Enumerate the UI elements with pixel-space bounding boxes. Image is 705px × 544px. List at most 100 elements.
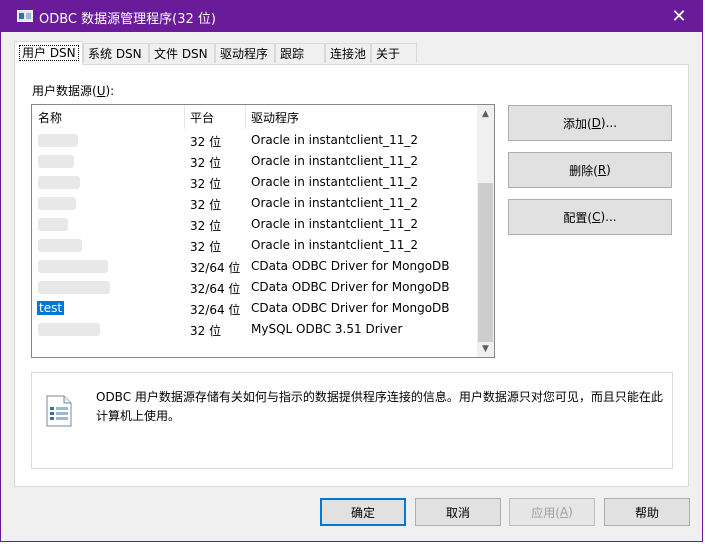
- ok-button[interactable]: 确定: [320, 498, 406, 526]
- row-driver: CData ODBC Driver for MongoDB: [251, 280, 450, 294]
- list-row[interactable]: 32 位 Oracle in instantclient_11_2: [32, 193, 478, 214]
- row-driver: Oracle in instantclient_11_2: [251, 133, 419, 147]
- tab-label: 用户 DSN: [19, 45, 79, 61]
- tab-label: 连接池: [330, 47, 367, 61]
- button-text: 帮助: [634, 505, 659, 520]
- list-row-selected[interactable]: test 32/64 位 CData ODBC Driver for Mongo…: [32, 298, 478, 319]
- row-platform: 32 位: [190, 177, 222, 191]
- help-button[interactable]: 帮助: [604, 498, 690, 526]
- row-platform: 32/64 位: [190, 261, 241, 275]
- row-name: test: [37, 301, 65, 315]
- tab-label: 驱动程序: [220, 47, 269, 61]
- window-title: ODBC 数据源管理程序(32 位): [39, 12, 216, 27]
- close-icon: ✕: [671, 6, 687, 27]
- row-platform: 32/64 位: [190, 282, 241, 296]
- document-info-icon: [46, 395, 72, 427]
- odbc-app-icon: [17, 10, 33, 22]
- tab-label: 系统 DSN: [88, 47, 142, 61]
- list-row[interactable]: 32 位 Oracle in instantclient_11_2: [32, 235, 478, 256]
- redacted-name: [38, 260, 108, 273]
- list-row[interactable]: 32/64 位 CData ODBC Driver for MongoDB: [32, 277, 478, 298]
- tab-connection-pooling[interactable]: 连接池: [325, 43, 371, 63]
- remove-button[interactable]: 删除(R): [508, 152, 672, 188]
- row-driver: CData ODBC Driver for MongoDB: [251, 301, 450, 315]
- apply-button[interactable]: 应用(A): [509, 498, 595, 526]
- button-text: 配置(: [563, 210, 593, 225]
- row-driver: Oracle in instantclient_11_2: [251, 217, 419, 231]
- list-row[interactable]: 32 位 Oracle in instantclient_11_2: [32, 130, 478, 151]
- row-driver: Oracle in instantclient_11_2: [251, 196, 419, 210]
- label-prefix: 用户数据源(: [32, 84, 97, 98]
- list-row[interactable]: 32 位 Oracle in instantclient_11_2: [32, 172, 478, 193]
- redacted-name: [38, 323, 100, 336]
- tab-label: 文件 DSN: [154, 47, 208, 61]
- row-platform: 32 位: [190, 156, 222, 170]
- button-text: )...: [600, 116, 618, 130]
- scroll-down-button[interactable]: ▼: [477, 340, 494, 357]
- label-suffix: ):: [105, 84, 115, 98]
- row-platform: 32 位: [190, 324, 222, 338]
- column-separator[interactable]: [184, 105, 185, 129]
- button-text: 删除(: [569, 163, 598, 178]
- button-text: 确定: [350, 505, 375, 520]
- button-text: ): [606, 163, 611, 177]
- column-separator[interactable]: [245, 105, 246, 129]
- row-driver: Oracle in instantclient_11_2: [251, 238, 419, 252]
- redacted-name: [38, 197, 76, 210]
- list-row[interactable]: 32 位 Oracle in instantclient_11_2: [32, 151, 478, 172]
- info-box: ODBC 用户数据源存储有关如何与指示的数据提供程序连接的信息。用户数据源只对您…: [31, 372, 673, 469]
- user-data-sources-label: 用户数据源(U):: [32, 82, 114, 99]
- configure-button[interactable]: 配置(C)...: [508, 199, 672, 235]
- redacted-name: [38, 281, 110, 294]
- row-driver: MySQL ODBC 3.51 Driver: [251, 322, 403, 336]
- button-text: 添加(: [562, 116, 592, 131]
- column-driver-header[interactable]: 驱动程序: [251, 109, 299, 126]
- tab-tracing[interactable]: 跟踪: [275, 43, 325, 63]
- button-hotkey: C: [592, 210, 601, 224]
- button-hotkey: D: [591, 116, 601, 130]
- redacted-name: [38, 134, 78, 147]
- row-platform: 32 位: [190, 198, 222, 212]
- list-row[interactable]: 32 位 MySQL ODBC 3.51 Driver: [32, 319, 478, 340]
- list-row[interactable]: 32 位 Oracle in instantclient_11_2: [32, 214, 478, 235]
- redacted-name: [38, 239, 82, 252]
- tab-user-dsn[interactable]: 用户 DSN: [14, 41, 83, 65]
- column-name-header[interactable]: 名称: [38, 109, 62, 126]
- scroll-thumb[interactable]: [478, 183, 493, 342]
- button-hotkey: A: [559, 505, 569, 519]
- button-text: 应用(: [531, 505, 560, 520]
- close-button[interactable]: ✕: [656, 1, 702, 32]
- tab-about[interactable]: 关于: [371, 43, 417, 63]
- row-driver: Oracle in instantclient_11_2: [251, 175, 419, 189]
- scroll-up-button[interactable]: ▲: [477, 105, 494, 122]
- chevron-up-icon: ▲: [482, 108, 489, 119]
- redacted-name: [38, 218, 68, 231]
- row-platform: 32 位: [190, 219, 222, 233]
- info-description: ODBC 用户数据源存储有关如何与指示的数据提供程序连接的信息。用户数据源只对您…: [96, 390, 663, 423]
- tab-label: 跟踪: [280, 47, 305, 61]
- button-hotkey: R: [597, 163, 607, 177]
- tab-file-dsn[interactable]: 文件 DSN: [149, 43, 215, 63]
- tab-drivers[interactable]: 驱动程序: [215, 43, 275, 63]
- redacted-name: [38, 176, 80, 189]
- redacted-name: [38, 155, 74, 168]
- row-platform: 32/64 位: [190, 303, 241, 317]
- row-platform: 32 位: [190, 135, 222, 149]
- chevron-down-icon: ▼: [482, 343, 489, 354]
- row-driver: CData ODBC Driver for MongoDB: [251, 259, 450, 273]
- list-header: 名称 平台 驱动程序: [32, 105, 478, 129]
- button-text: 取消: [445, 505, 470, 520]
- dsn-list[interactable]: 名称 平台 驱动程序 32 位 Oracle in instantclient_…: [31, 104, 495, 358]
- list-row[interactable]: 32/64 位 CData ODBC Driver for MongoDB: [32, 256, 478, 277]
- button-text: ): [568, 505, 573, 519]
- title-bar[interactable]: ODBC 数据源管理程序(32 位) ✕: [1, 1, 702, 32]
- cancel-button[interactable]: 取消: [415, 498, 501, 526]
- vertical-scrollbar[interactable]: ▲ ▼: [477, 105, 494, 357]
- row-platform: 32 位: [190, 240, 222, 254]
- column-platform-header[interactable]: 平台: [190, 109, 214, 126]
- tab-label: 关于: [376, 47, 401, 61]
- tab-system-dsn[interactable]: 系统 DSN: [83, 43, 149, 63]
- row-driver: Oracle in instantclient_11_2: [251, 154, 419, 168]
- add-button[interactable]: 添加(D)...: [508, 105, 672, 141]
- button-text: )...: [600, 210, 617, 224]
